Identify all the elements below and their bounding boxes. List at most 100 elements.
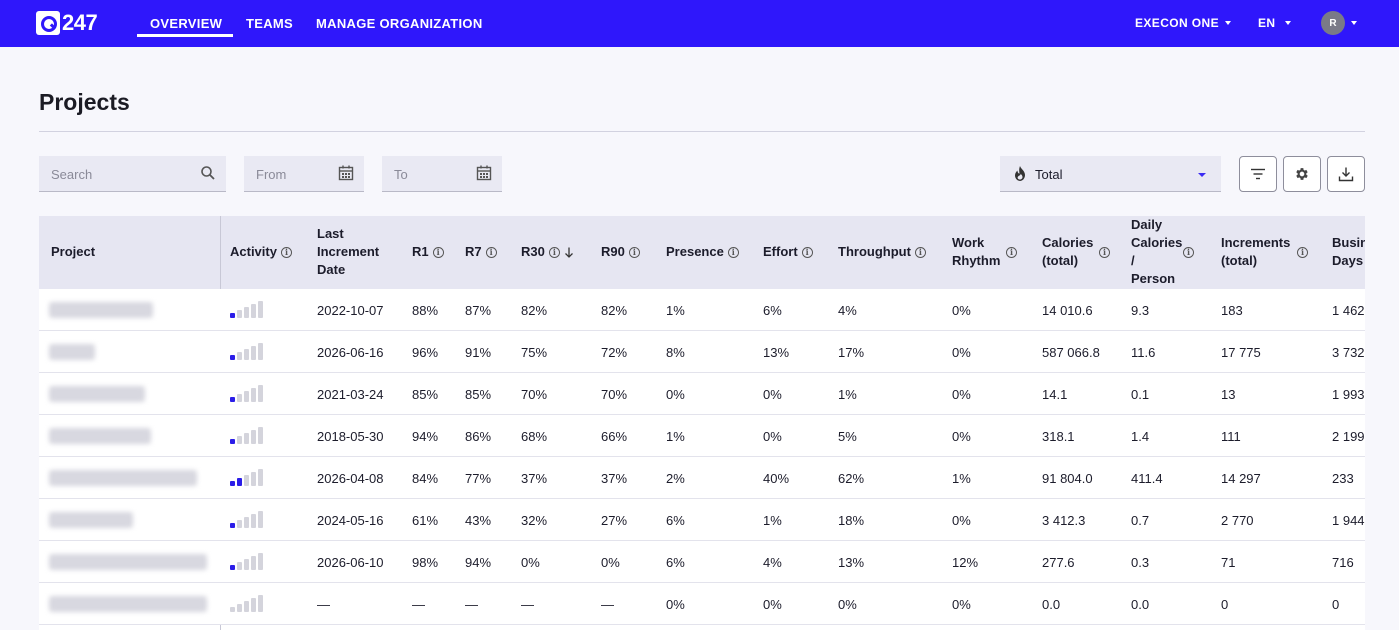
column-header[interactable]: R30 i [521,243,574,261]
activity-bar [251,556,256,570]
table-cell: 14.1 [1042,387,1068,402]
project-name-redacted[interactable] [49,386,145,402]
avatar[interactable]: R [1321,11,1345,35]
table-cell: 2022-10-07 [317,303,384,318]
table-row[interactable]: 2018-05-30 94% 86% 68% 66% 1% 0% 5% 0% 318.1 1.4 11… [39,415,1365,457]
column-header[interactable]: Project [51,243,95,261]
table-cell: 66% [601,429,628,444]
table-cell: 2024-05-16 [317,513,384,528]
info-icon[interactable]: i [1183,246,1194,258]
column-header[interactable]: Throughput i [838,243,926,261]
to-date-field[interactable]: To [382,156,502,192]
calendar-icon[interactable] [338,165,354,181]
activity-bar [237,562,242,570]
table-row[interactable]: 2026-06-16 96% 91% 75% 72% 8% 13% 17% 0% 587 066.… [39,331,1365,373]
project-name-redacted[interactable] [49,428,151,444]
table-cell: 87% [465,303,492,318]
table-cell: 11.6 [1131,345,1156,360]
activity-bar [244,517,249,528]
table-cell: — [317,597,330,612]
table-cell: 14 010.6 [1042,303,1093,318]
column-header[interactable]: Effort i [763,243,813,261]
table-row[interactable]: 2026-06-10 98% 94% 0% 0% 6% 4% 13% 12% 277.6 0.3 71… [39,541,1365,583]
table-cell: 37% [601,471,628,486]
table-cell: 4% [838,303,857,318]
project-name-redacted[interactable] [49,470,197,486]
table-cell: 88% [412,303,439,318]
info-icon[interactable]: i [727,246,739,258]
info-icon[interactable]: i [485,246,497,258]
table-cell: 3 412.3 [1042,513,1086,528]
table-cell: 1% [666,429,685,444]
info-icon[interactable]: i [914,246,926,258]
table-row[interactable]: 2022-10-07 88% 87% 82% 82% 1% 6% 4% 0% 14 010.6 9.… [39,289,1365,331]
table-row[interactable]: 2026-04-08 84% 77% 37% 37% 2% 40% 62% 1% 91 804.0… [39,457,1365,499]
activity-bar [230,439,235,444]
project-name-redacted[interactable] [49,512,133,528]
info-icon[interactable]: i [1099,246,1110,258]
column-header[interactable]: Work Rhythm i [952,234,1018,270]
download-button[interactable] [1327,156,1365,192]
activity-bar [237,478,242,486]
table-row[interactable]: 2024-05-16 61% 43% 32% 27% 6% 1% 18% 0% 3 412.3 0.… [39,499,1365,541]
project-name-redacted[interactable] [49,554,207,570]
column-header[interactable]: Daily Calories / Person i [1131,216,1197,288]
project-name-redacted[interactable] [49,596,207,612]
activity-bars-icon [230,385,274,402]
info-icon[interactable]: i [432,246,444,258]
logo[interactable]: 247 [36,10,98,35]
settings-button[interactable] [1283,156,1321,192]
table-cell: 6% [666,555,685,570]
activity-bar [258,343,263,360]
chevron-down-icon[interactable] [1198,173,1206,177]
info-icon[interactable]: i [1006,246,1017,258]
table-cell: 277.6 [1042,555,1075,570]
metric-select[interactable]: Total [1000,156,1221,192]
column-header[interactable]: Last Increment Date [317,225,397,279]
table-row[interactable]: — — — — — 0% 0% 0% 0% 0.0 0.0 0 0 [39,583,1365,625]
column-label: Business Days [1332,235,1365,268]
search-icon[interactable] [200,165,216,181]
info-icon[interactable]: i [280,246,292,258]
table-cell: 0 [1221,597,1229,612]
project-name-redacted[interactable] [49,302,153,318]
chevron-down-icon[interactable] [1351,21,1357,25]
activity-bar [237,310,242,318]
info-icon[interactable]: i [1297,246,1308,258]
table-row[interactable]: 2021-03-24 85% 85% 70% 70% 0% 0% 1% 0% 14.1 0.1 13 1… [39,373,1365,415]
table-cell: 70% [521,387,548,402]
info-icon[interactable]: i [628,246,640,258]
column-header[interactable]: R7 i [465,243,497,261]
activity-bar [237,352,242,360]
from-date-field[interactable]: From [244,156,364,192]
column-header[interactable]: R90 i [601,243,640,261]
calendar-icon[interactable] [476,165,492,181]
column-label: R30 [521,244,545,259]
nav-manage-organization[interactable]: MANAGE ORGANIZATION [316,16,483,31]
column-header[interactable]: R1 i [412,243,444,261]
activity-bar [258,385,263,402]
project-name-redacted[interactable] [49,344,95,360]
column-header[interactable]: Calories (total) i [1042,234,1110,270]
info-icon[interactable]: i [548,246,560,258]
table-cell: 0.7 [1131,513,1150,528]
activity-bar [258,511,263,528]
table-cell: 0% [763,429,782,444]
search-input[interactable]: Search [39,156,226,192]
org-selector[interactable]: EXECON ONE [1135,16,1232,30]
table-cell: 27% [601,513,628,528]
column-header[interactable]: Increments (total) i [1221,234,1309,270]
table-cell: 86% [465,429,492,444]
filter-button[interactable] [1239,156,1277,192]
column-header[interactable]: Business Days [1332,234,1365,270]
column-header[interactable]: Activity i [230,243,292,261]
nav-overview[interactable]: OVERVIEW [150,16,222,31]
nav-teams[interactable]: TEAMS [246,16,293,31]
table-cell: 4% [763,555,782,570]
language-selector[interactable]: EN [1258,16,1292,30]
info-icon[interactable]: i [801,246,813,258]
gear-icon [1296,168,1308,180]
column-header[interactable]: Presence i [666,243,739,261]
sort-desc-icon[interactable] [564,247,574,258]
table-cell: 5% [838,429,857,444]
